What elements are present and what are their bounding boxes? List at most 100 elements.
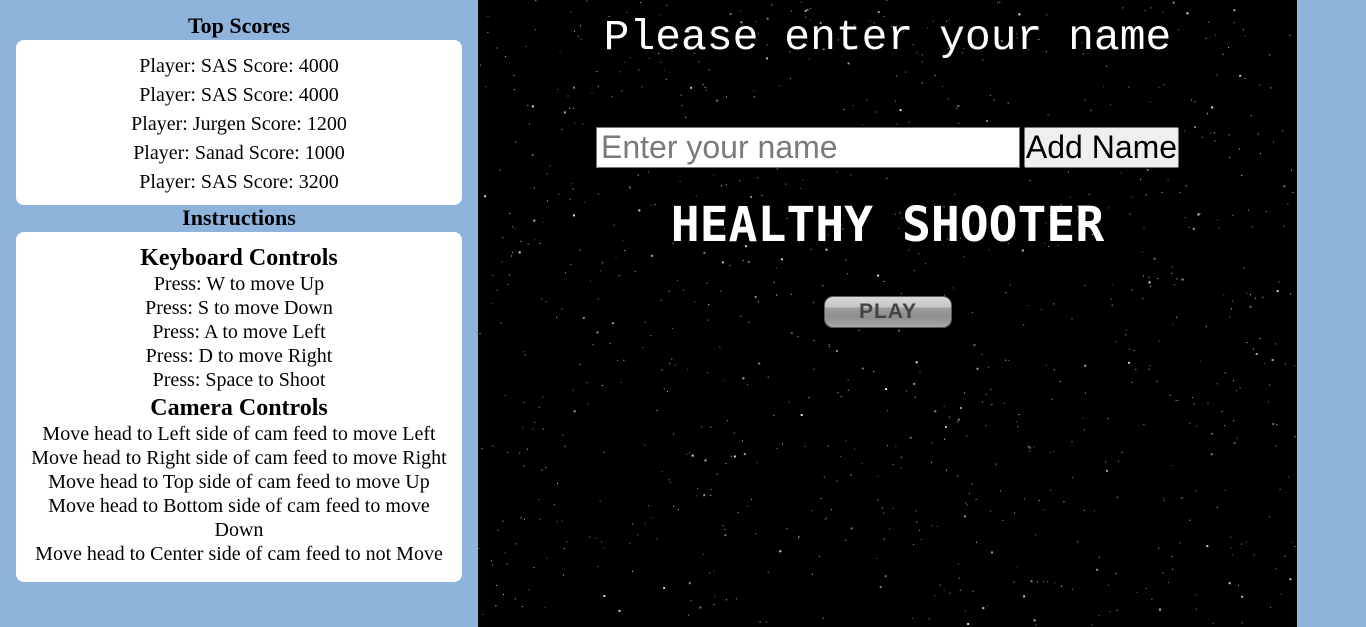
star-dot <box>755 533 757 535</box>
star-dot <box>725 463 727 465</box>
star-dot <box>1290 293 1292 295</box>
star-dot <box>597 85 599 87</box>
star-dot <box>1194 101 1196 103</box>
star-dot <box>665 78 667 80</box>
star-dot <box>563 548 565 549</box>
star-dot <box>632 570 633 572</box>
star-dot <box>1254 297 1256 299</box>
star-dot <box>883 538 885 540</box>
star-dot <box>1121 451 1123 453</box>
star-dot <box>620 381 622 383</box>
star-dot <box>800 1 802 3</box>
star-dot <box>751 498 752 500</box>
star-dot <box>767 571 769 573</box>
star-dot <box>506 563 508 565</box>
star-dot <box>492 445 494 447</box>
star-dot <box>1040 308 1042 310</box>
star-dot <box>1015 567 1017 569</box>
star-dot <box>507 452 509 453</box>
star-dot <box>1239 74 1242 77</box>
star-dot <box>716 99 719 102</box>
star-dot <box>840 395 842 397</box>
add-name-button[interactable]: Add Name <box>1024 127 1179 168</box>
star-dot <box>1029 180 1031 182</box>
star-dot <box>986 605 988 607</box>
star-dot <box>1255 353 1258 355</box>
star-dot <box>1063 501 1065 503</box>
star-dot <box>991 551 993 554</box>
star-dot <box>1195 490 1197 492</box>
game-canvas[interactable]: Please enter your name Add Name HEALTHY … <box>478 0 1297 627</box>
star-dot <box>546 173 548 175</box>
star-dot <box>1162 497 1164 499</box>
star-dot <box>1272 423 1275 425</box>
star-dot <box>1111 304 1113 306</box>
star-dot <box>964 515 967 518</box>
star-dot <box>616 360 618 362</box>
star-dot <box>1177 400 1179 401</box>
star-dot <box>532 428 534 430</box>
star-dot <box>877 476 879 477</box>
star-dot <box>707 319 709 321</box>
star-dot <box>985 425 987 427</box>
star-dot <box>478 547 480 549</box>
player-name-input[interactable] <box>596 127 1020 168</box>
star-dot <box>886 177 888 179</box>
star-dot <box>1005 359 1006 361</box>
star-dot <box>1229 156 1231 158</box>
star-dot <box>618 609 621 612</box>
star-dot <box>650 335 652 336</box>
star-dot <box>1280 593 1282 595</box>
star-dot <box>897 329 900 332</box>
star-dot <box>1216 506 1218 508</box>
star-dot <box>773 281 775 283</box>
star-dot <box>673 505 675 507</box>
star-dot <box>603 547 605 549</box>
star-dot <box>561 308 563 310</box>
star-dot <box>666 4 668 6</box>
star-dot <box>952 287 954 289</box>
star-dot <box>1158 340 1160 342</box>
star-dot <box>1273 141 1274 143</box>
star-dot <box>1038 500 1040 502</box>
star-dot <box>704 459 707 462</box>
star-dot <box>973 344 976 347</box>
star-dot <box>531 154 534 156</box>
star-dot <box>563 111 566 114</box>
star-dot <box>573 86 575 89</box>
star-dot <box>779 550 782 553</box>
star-dot <box>596 331 599 334</box>
star-dot <box>908 121 910 123</box>
star-dot <box>1259 152 1261 154</box>
star-dot <box>1243 267 1245 269</box>
star-dot <box>1159 608 1161 611</box>
star-dot <box>603 451 605 453</box>
star-dot <box>776 448 778 450</box>
star-dot <box>957 421 959 423</box>
star-dot <box>1054 582 1056 584</box>
star-dot <box>776 168 778 170</box>
star-dot <box>800 188 801 189</box>
star-dot <box>850 174 852 176</box>
star-dot <box>562 434 564 436</box>
star-dot <box>930 461 932 463</box>
star-dot <box>1246 342 1248 344</box>
star-dot <box>1148 276 1150 278</box>
star-dot <box>492 564 494 566</box>
star-dot <box>690 86 693 89</box>
play-button[interactable]: PLAY <box>824 296 952 328</box>
star-dot <box>877 274 880 277</box>
star-dot <box>1129 348 1131 350</box>
star-dot <box>566 541 568 543</box>
star-dot <box>592 344 594 346</box>
star-dot <box>1043 581 1044 583</box>
star-dot <box>733 432 735 434</box>
star-dot <box>1221 411 1223 413</box>
star-dot <box>748 321 750 323</box>
star-dot <box>553 504 555 506</box>
star-dot <box>1195 608 1197 610</box>
star-dot <box>861 463 863 465</box>
star-dot <box>892 508 894 509</box>
star-dot <box>812 301 814 303</box>
star-dot <box>1250 115 1252 117</box>
